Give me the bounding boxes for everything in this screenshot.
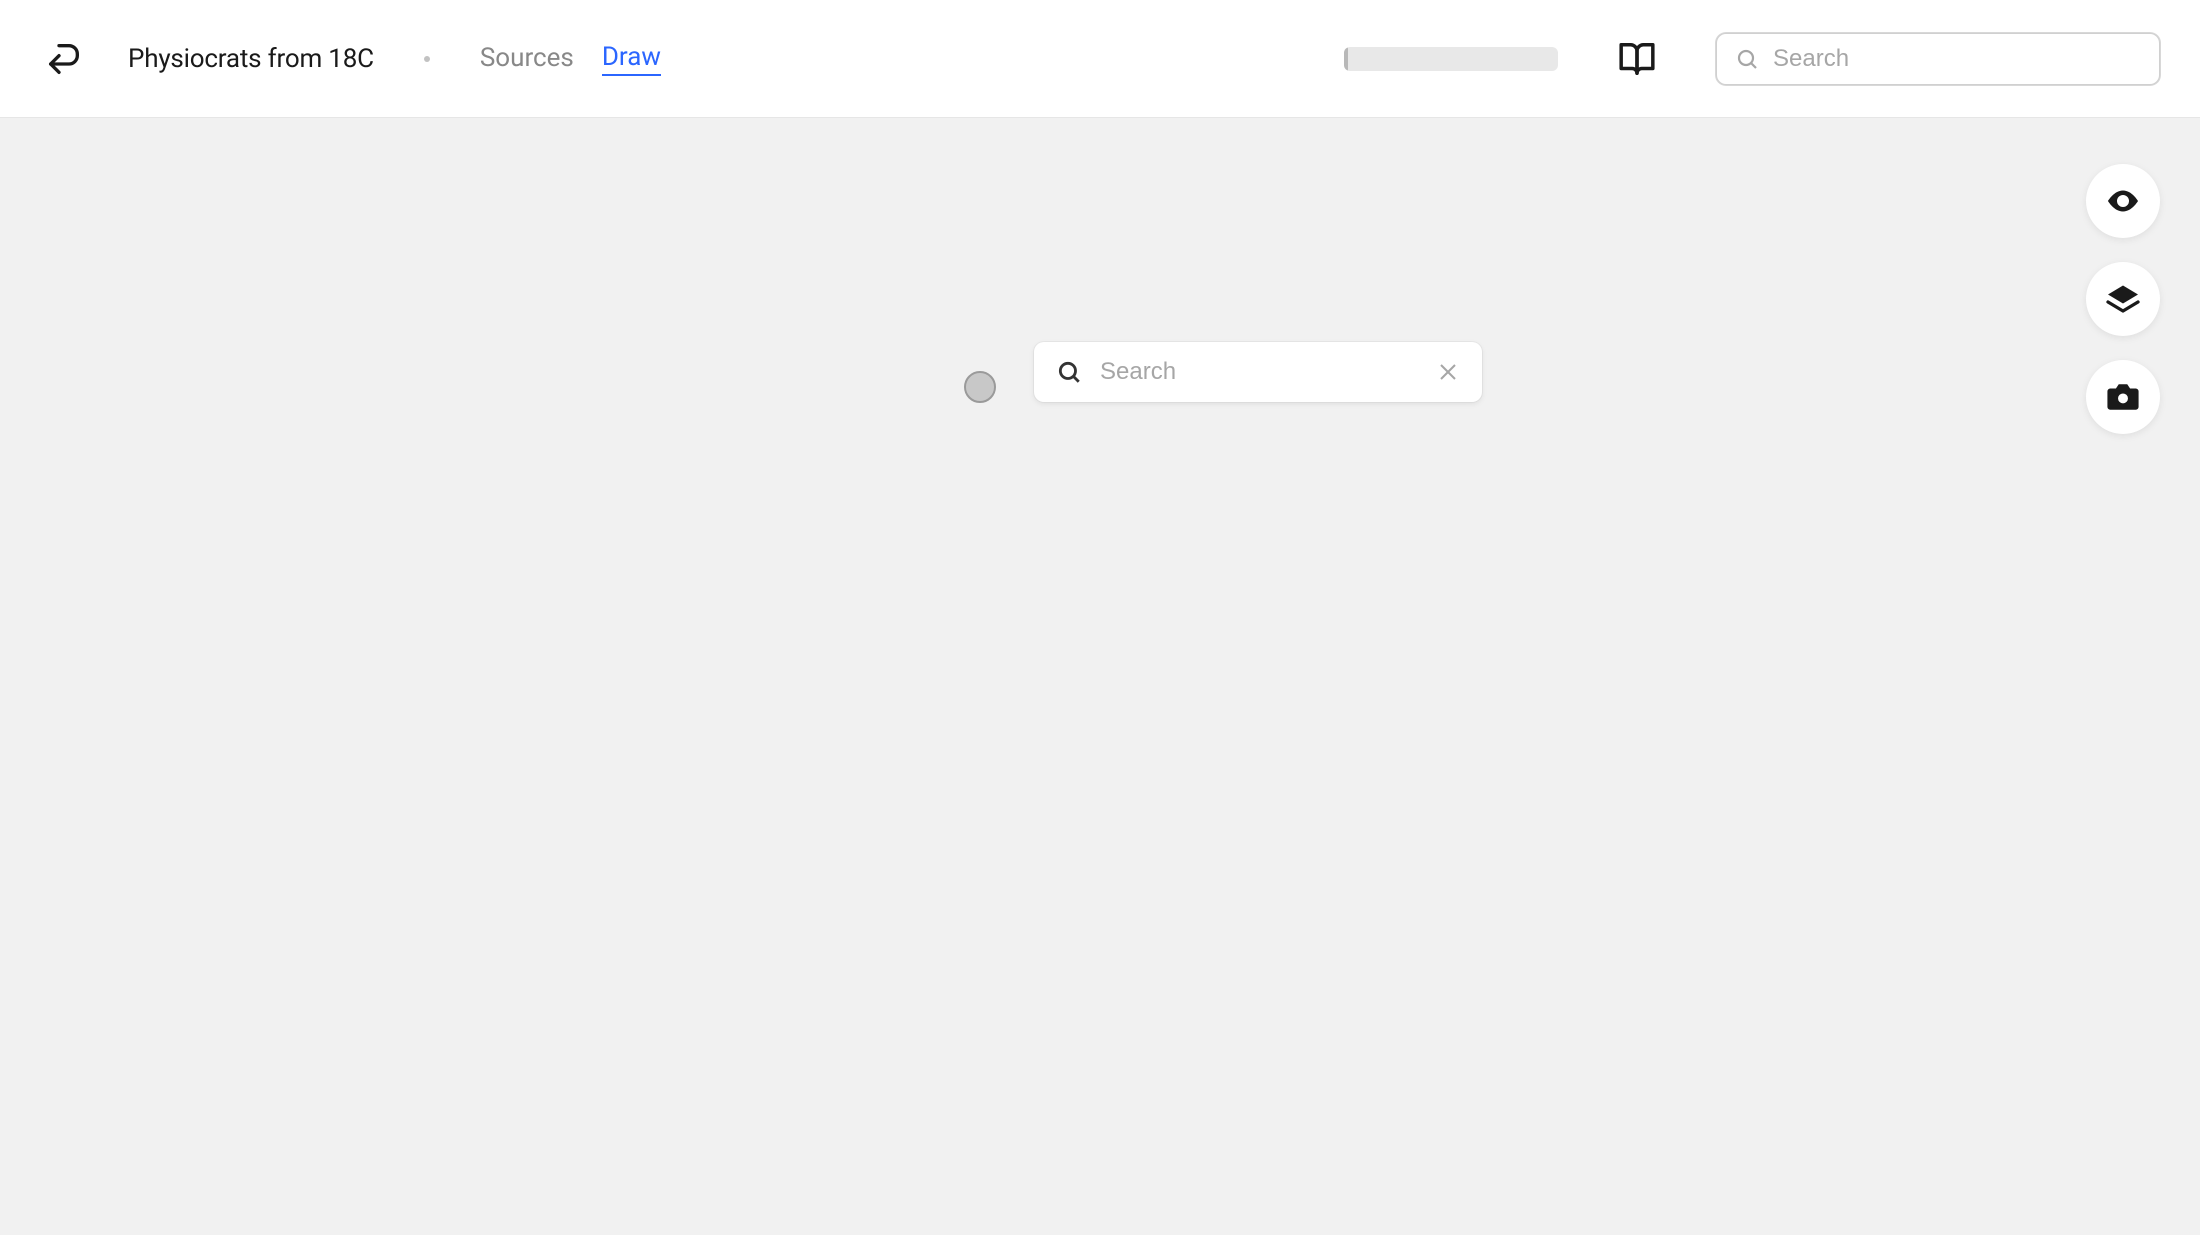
tab-draw[interactable]: Draw [602, 42, 661, 76]
book-button[interactable] [1616, 38, 1658, 80]
tabs: Sources Draw [480, 42, 661, 76]
eye-icon [2105, 183, 2141, 219]
header-search[interactable] [1716, 33, 2160, 85]
canvas-search-input[interactable] [1100, 358, 1418, 386]
canvas-search-popup [1034, 342, 1482, 402]
tab-sources[interactable]: Sources [480, 43, 574, 75]
back-button[interactable] [40, 35, 88, 83]
graph-node[interactable] [964, 371, 996, 403]
separator-dot [424, 56, 430, 62]
close-icon [1436, 360, 1460, 384]
camera-icon [2106, 380, 2140, 414]
search-icon [1056, 359, 1082, 385]
layers-button[interactable] [2086, 262, 2160, 336]
back-arrow-icon [44, 39, 84, 79]
progress-bar[interactable] [1344, 47, 1558, 71]
side-tools [2086, 164, 2160, 434]
progress-fill [1344, 47, 1348, 71]
search-icon [1735, 47, 1759, 71]
book-icon [1618, 40, 1656, 78]
close-button[interactable] [1436, 360, 1460, 384]
screenshot-button[interactable] [2086, 360, 2160, 434]
header-search-input[interactable] [1773, 45, 2141, 73]
page-title: Physiocrats from 18C [128, 44, 374, 74]
header: Physiocrats from 18C Sources Draw [0, 0, 2200, 118]
visibility-button[interactable] [2086, 164, 2160, 238]
canvas[interactable] [0, 118, 2200, 1235]
layers-icon [2105, 281, 2141, 317]
